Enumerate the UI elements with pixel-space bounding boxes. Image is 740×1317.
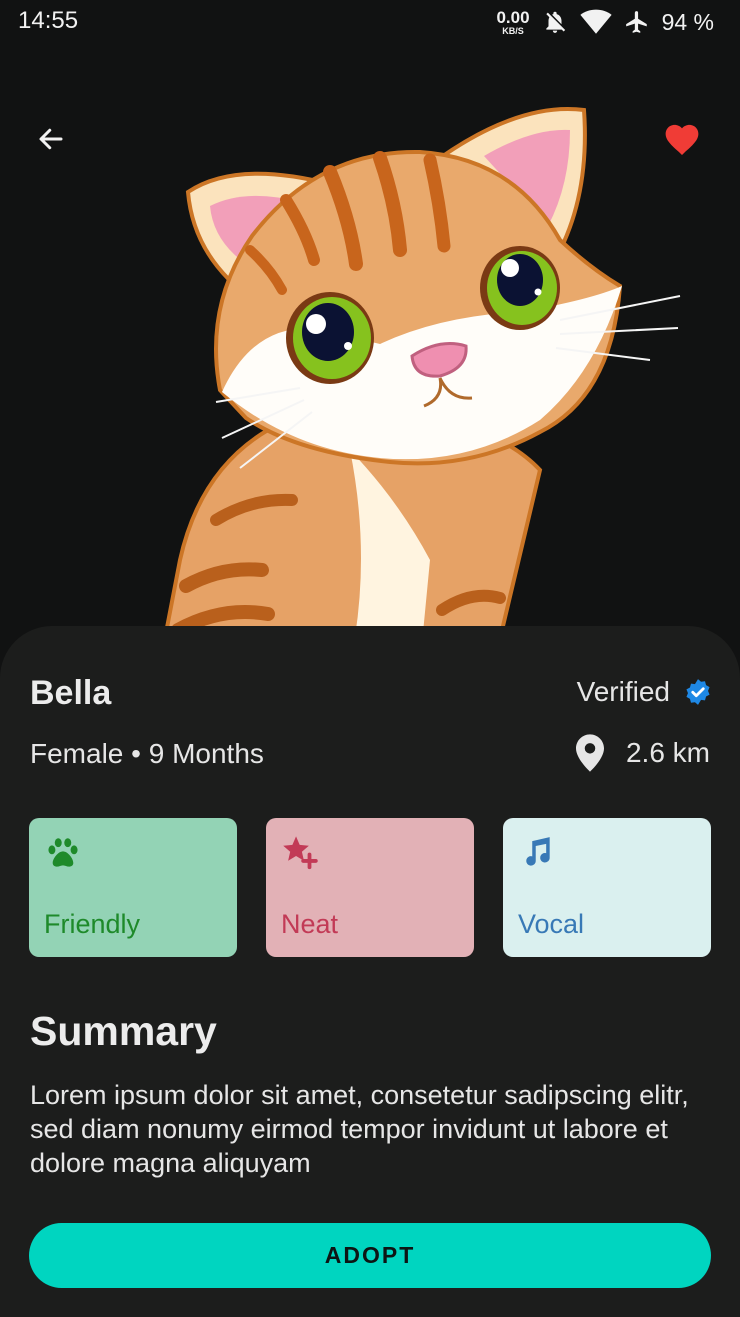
favorite-button[interactable] <box>656 114 708 162</box>
battery-percent: 94 % <box>661 8 714 35</box>
trait-label-neat: Neat <box>281 909 339 939</box>
status-bar: 14:55 0.00 KB/S 94 % <box>0 0 740 44</box>
distance-label: 2.6 km <box>625 737 710 768</box>
status-time: 14:55 <box>18 7 79 34</box>
summary-text: Lorem ipsum dolor sit amet, consetetur s… <box>30 1080 689 1178</box>
pet-distance: 2.6 km <box>575 734 710 772</box>
adopt-button[interactable]: ADOPT <box>29 1223 711 1288</box>
pet-detail-card: Bella Verified Female • 9 Months 2.6 km <box>0 626 740 1317</box>
trait-card-neat[interactable]: Neat <box>266 818 474 957</box>
trait-list: Friendly Neat Vocal <box>29 818 711 957</box>
trait-label-friendly: Friendly <box>44 909 141 939</box>
back-button[interactable] <box>28 118 74 160</box>
pet-name: Bella <box>30 674 112 712</box>
bell-off-icon <box>545 11 565 33</box>
star-plus-icon <box>283 836 318 870</box>
network-speed-value: 0.00 <box>496 7 530 27</box>
arrow-left-icon <box>39 128 63 150</box>
network-speed-unit: KB/S <box>502 25 524 36</box>
verified-badge: Verified <box>577 676 712 708</box>
verified-check-icon <box>686 679 710 705</box>
pet-gender-age: Female • 9 Months <box>30 738 264 769</box>
location-pin-icon <box>575 734 604 772</box>
network-speed: 0.00 KB/S <box>496 9 529 36</box>
heart-icon <box>665 124 699 156</box>
music-note-icon <box>526 837 550 866</box>
pet-photo-area <box>0 44 740 664</box>
wifi-icon <box>579 9 612 34</box>
trait-card-vocal[interactable]: Vocal <box>503 818 711 957</box>
trait-card-friendly[interactable]: Friendly <box>29 818 237 957</box>
airplane-icon <box>625 11 647 33</box>
paw-icon <box>48 838 78 867</box>
pet-details-screen: 14:55 0.00 KB/S 94 % Bella Verified Fema… <box>0 0 740 1317</box>
trait-label-vocal: Vocal <box>518 909 585 939</box>
pet-photo <box>157 107 681 664</box>
status-icons: 0.00 KB/S 94 % <box>496 5 714 39</box>
verified-label: Verified <box>576 676 670 707</box>
summary-title: Summary <box>30 1008 217 1054</box>
